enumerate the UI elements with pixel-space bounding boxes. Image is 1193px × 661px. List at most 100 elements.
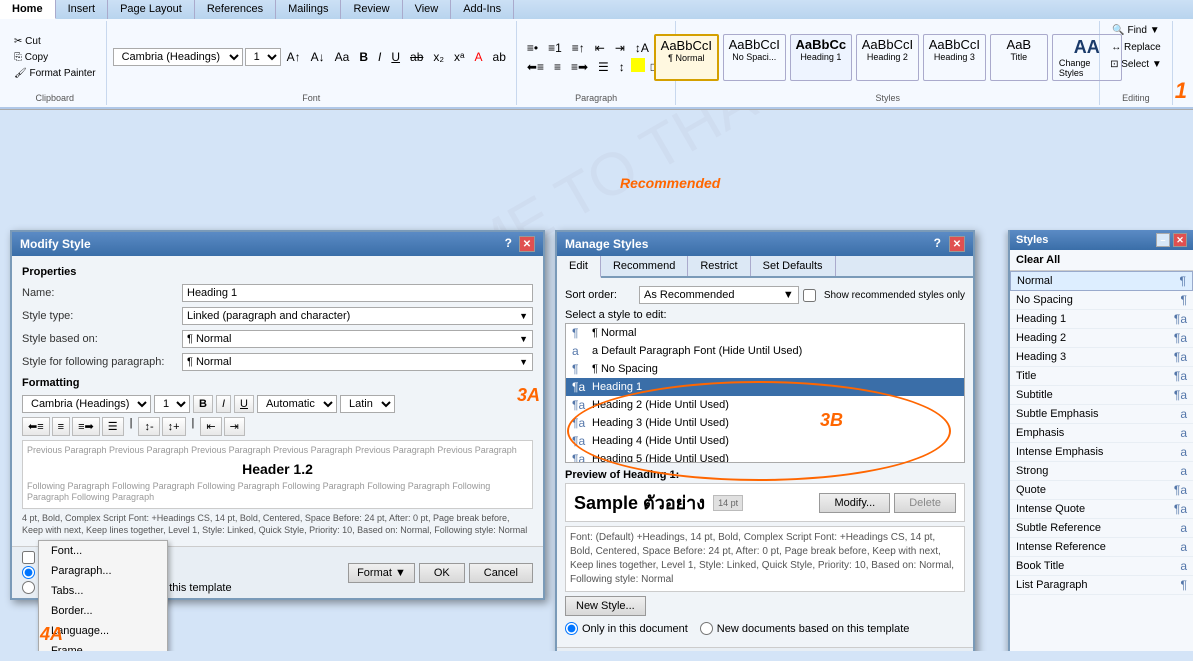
ctx-font[interactable]: Font... [39, 541, 167, 561]
line-spacing-more-button[interactable]: ↕+ [162, 417, 186, 436]
justify-button[interactable]: ☰ [594, 58, 613, 76]
tab-view[interactable]: View [403, 0, 452, 19]
manage-styles-help-icon[interactable]: ? [934, 236, 941, 252]
delete-button[interactable]: Delete [894, 493, 956, 513]
sort-order-combo[interactable]: As Recommended ▼ [639, 286, 799, 304]
align-right-format-button[interactable]: ≡➡ [72, 417, 100, 436]
style-list-box[interactable]: ¶ ¶ Normal a a Default Paragraph Font (H… [565, 323, 965, 463]
format-painter-button[interactable]: 🖌 Format Painter [10, 66, 100, 81]
underline-button[interactable]: U [387, 48, 404, 66]
decrease-indent-button[interactable]: ⇤ [591, 39, 609, 57]
only-doc-scope-radio[interactable] [565, 622, 578, 635]
style-item-normal[interactable]: ¶ ¶ Normal [566, 324, 964, 342]
style-based-combo[interactable]: ¶ Normal ▼ [182, 330, 533, 348]
sp-item-subtitle[interactable]: Subtitle ¶a [1010, 386, 1193, 405]
name-input[interactable] [182, 284, 533, 302]
decrease-indent-format-button[interactable]: ⇤ [200, 417, 221, 436]
sp-item-normal[interactable]: Normal ¶ [1010, 271, 1193, 291]
subscript-button[interactable]: x₂ [429, 48, 448, 66]
modify-button[interactable]: Modify... [819, 493, 890, 513]
format-bold-button[interactable]: B [193, 395, 213, 413]
copy-button[interactable]: ⎘ Copy [10, 50, 100, 65]
text-color-button[interactable]: A [471, 48, 487, 66]
ms-tab-edit[interactable]: Edit [557, 256, 601, 278]
sp-item-heading2[interactable]: Heading 2 ¶a [1010, 329, 1193, 348]
tab-review[interactable]: Review [341, 0, 402, 19]
style-heading3[interactable]: AaBbCcI Heading 3 [923, 34, 986, 81]
format-italic-button[interactable]: I [216, 395, 231, 413]
align-left-button[interactable]: ⬅≡ [523, 58, 548, 76]
line-spacing-less-button[interactable]: ↕- [138, 417, 159, 436]
style-type-combo[interactable]: Linked (paragraph and character) ▼ [182, 307, 533, 325]
format-menu-button[interactable]: Format ▼ [348, 563, 415, 583]
show-recommended-checkbox[interactable] [803, 289, 816, 302]
sp-item-strong[interactable]: Strong a [1010, 462, 1193, 481]
only-doc-radio[interactable] [22, 566, 35, 579]
format-underline-button[interactable]: U [234, 395, 254, 413]
format-font-combo[interactable]: Cambria (Headings) [22, 395, 151, 413]
format-lang-combo[interactable]: Latin [340, 395, 395, 413]
increase-indent-button[interactable]: ⇥ [611, 39, 629, 57]
find-button[interactable]: 🔍 Find ▼ [1108, 23, 1163, 38]
ms-tab-set-defaults[interactable]: Set Defaults [751, 256, 836, 276]
shading-button[interactable] [631, 58, 645, 72]
sp-item-intense-quote[interactable]: Intense Quote ¶a [1010, 500, 1193, 519]
superscript-button[interactable]: xᵃ [450, 48, 468, 66]
multilevel-button[interactable]: ≡↑ [568, 39, 589, 57]
sp-item-subtle-reference[interactable]: Subtle Reference a [1010, 519, 1193, 538]
style-item-default[interactable]: a a Default Paragraph Font (Hide Until U… [566, 342, 964, 360]
clear-all-button[interactable]: Clear All [1010, 250, 1193, 271]
manage-styles-close-button[interactable]: ✕ [949, 236, 965, 252]
sp-item-heading1[interactable]: Heading 1 ¶a [1010, 310, 1193, 329]
new-docs-scope-radio[interactable] [700, 622, 713, 635]
ms-tab-restrict[interactable]: Restrict [688, 256, 750, 276]
sp-item-title[interactable]: Title ¶a [1010, 367, 1193, 386]
sp-item-no-spacing[interactable]: No Spacing ¶ [1010, 291, 1193, 310]
style-following-combo[interactable]: ¶ Normal ▼ [182, 353, 533, 371]
align-center-button[interactable]: ≡ [550, 58, 565, 76]
font-name-select[interactable]: Cambria (Headings) [113, 48, 243, 66]
styles-panel-close-button[interactable]: ✕ [1173, 233, 1187, 247]
sp-item-emphasis[interactable]: Emphasis a [1010, 424, 1193, 443]
italic-button[interactable]: I [374, 48, 385, 66]
justify-format-button[interactable]: ☰ [102, 417, 124, 436]
ctx-paragraph[interactable]: Paragraph... [39, 561, 167, 581]
ctx-language[interactable]: Language... [39, 621, 167, 641]
modify-ok-button[interactable]: OK [419, 563, 465, 583]
select-button[interactable]: ⊡ Select ▼ [1106, 57, 1166, 72]
style-heading2[interactable]: AaBbCcI Heading 2 [856, 34, 919, 81]
style-item-heading5[interactable]: ¶a Heading 5 (Hide Until Used) [566, 450, 964, 463]
bold-button[interactable]: B [355, 48, 372, 66]
auto-update-checkbox[interactable] [22, 551, 35, 564]
bullets-button[interactable]: ≡• [523, 39, 542, 57]
format-color-combo[interactable]: Automatic [257, 395, 337, 413]
line-spacing-button[interactable]: ↕ [615, 58, 629, 76]
ms-tab-recommend[interactable]: Recommend [601, 256, 688, 276]
ctx-frame[interactable]: Frame... [39, 641, 167, 651]
increase-font-icon[interactable]: A↑ [283, 48, 305, 66]
style-heading1[interactable]: AaBbCc Heading 1 [790, 34, 852, 81]
sort-button[interactable]: ↕A [631, 39, 653, 57]
ctx-border[interactable]: Border... [39, 601, 167, 621]
style-item-no-spacing[interactable]: ¶ ¶ No Spacing [566, 360, 964, 378]
align-left-format-button[interactable]: ⬅≡ [22, 417, 50, 436]
style-item-heading2[interactable]: ¶a Heading 2 (Hide Until Used) [566, 396, 964, 414]
styles-panel-minimize-button[interactable]: – [1156, 233, 1170, 247]
modify-style-close-button[interactable]: ✕ [519, 236, 535, 252]
style-item-heading4[interactable]: ¶a Heading 4 (Hide Until Used) [566, 432, 964, 450]
align-right-button[interactable]: ≡➡ [567, 58, 592, 76]
tab-mailings[interactable]: Mailings [276, 0, 341, 19]
cut-button[interactable]: ✂ Cut [10, 34, 100, 49]
sp-item-intense-emphasis[interactable]: Intense Emphasis a [1010, 443, 1193, 462]
align-center-format-button[interactable]: ≡ [52, 417, 70, 436]
decrease-font-icon[interactable]: A↓ [307, 48, 329, 66]
replace-button[interactable]: ↔ Replace [1107, 40, 1164, 55]
style-item-heading1[interactable]: ¶a Heading 1 [566, 378, 964, 396]
style-no-spacing[interactable]: AaBbCcI No Spaci... [723, 34, 786, 81]
ctx-tabs[interactable]: Tabs... [39, 581, 167, 601]
sp-item-book-title[interactable]: Book Title a [1010, 557, 1193, 576]
tab-insert[interactable]: Insert [56, 0, 109, 19]
sp-item-subtle-emphasis[interactable]: Subtle Emphasis a [1010, 405, 1193, 424]
increase-indent-format-button[interactable]: ⇥ [224, 417, 245, 436]
numbering-button[interactable]: ≡1 [544, 39, 566, 57]
